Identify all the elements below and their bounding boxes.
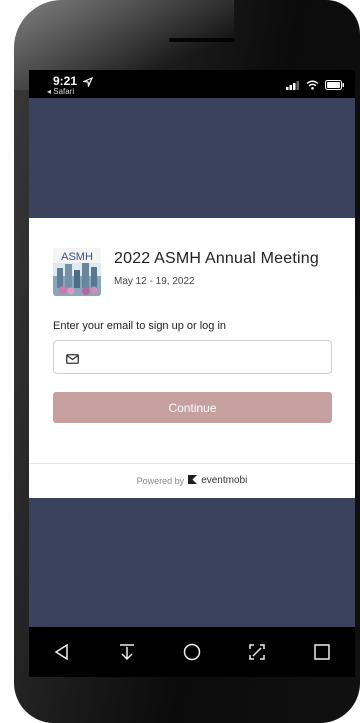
svg-text:ASMH: ASMH <box>61 251 93 263</box>
status-icons <box>286 77 345 95</box>
continue-button[interactable]: Continue <box>53 392 332 423</box>
nav-download-button[interactable] <box>107 632 147 672</box>
nav-home-button[interactable] <box>172 632 212 672</box>
circle-home-icon <box>183 643 201 661</box>
square-recents-icon <box>314 644 331 660</box>
status-bar: 9:21 ◂ Safari <box>29 70 355 98</box>
powered-by: Powered by eventmobi <box>29 474 355 487</box>
email-label: Enter your email to sign up or log in <box>53 320 227 332</box>
battery-icon <box>325 77 345 95</box>
signal-icon <box>286 77 300 95</box>
mail-icon <box>66 351 79 369</box>
login-card: ASMH 2022 ASMH Annual Meeting May 12 - 1… <box>29 218 355 498</box>
divider <box>29 463 355 464</box>
nav-expand-button[interactable] <box>237 632 277 672</box>
triangle-back-icon <box>54 643 68 661</box>
eventmobi-logo-icon <box>187 474 198 487</box>
eventmobi-brand: eventmobi <box>201 475 248 486</box>
email-field[interactable] <box>53 340 332 374</box>
phone-speaker <box>169 38 235 42</box>
nav-back-button[interactable] <box>42 632 82 672</box>
arrow-down-icon <box>119 644 134 661</box>
location-arrow-icon <box>81 74 94 92</box>
wifi-icon <box>306 77 319 95</box>
email-input[interactable] <box>88 345 322 369</box>
event-dates: May 12 - 19, 2022 <box>114 276 195 287</box>
event-title: 2022 ASMH Annual Meeting <box>114 250 319 267</box>
status-time: 9:21 <box>53 74 78 88</box>
powered-by-text: Powered by <box>136 475 185 486</box>
back-to-safari-link[interactable]: ◂ Safari <box>47 87 74 96</box>
nav-recents-button[interactable] <box>302 632 342 672</box>
event-logo: ASMH <box>53 248 101 296</box>
expand-icon <box>249 644 265 660</box>
app-screen: 9:21 ◂ Safari ASMH 2022 ASMH Annual Meet… <box>29 70 355 627</box>
android-nav-bar <box>29 627 355 677</box>
